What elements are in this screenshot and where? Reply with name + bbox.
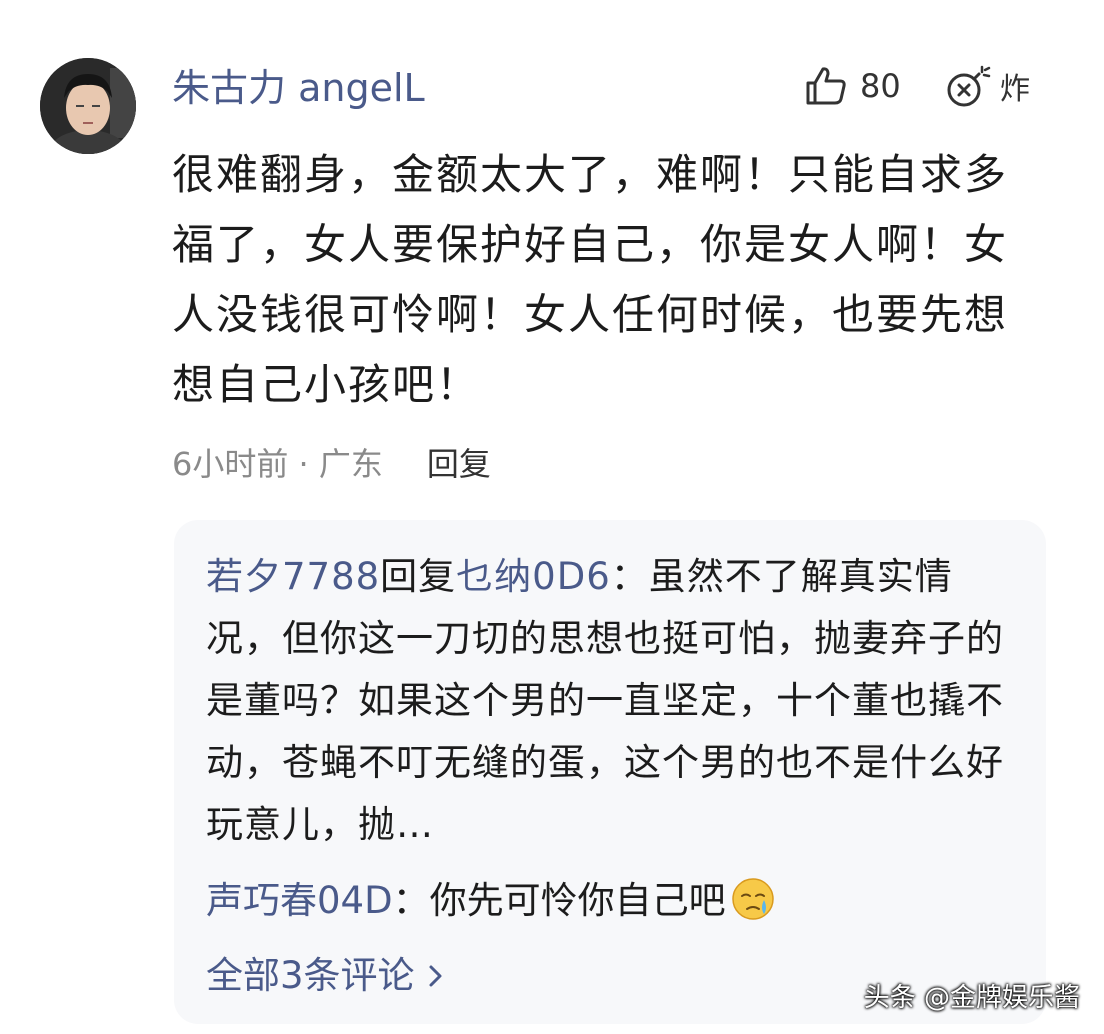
comment-text: 很难翻身，金额太大了，难啊！只能自求多福了，女人要保护好自己，你是女人啊！女人没… xyxy=(172,150,1009,409)
user-avatar[interactable] xyxy=(40,58,136,154)
comment-location: 广东 xyxy=(318,445,383,483)
like-count: 80 xyxy=(860,67,901,105)
reply-item[interactable]: 声巧春04D：你先可怜你自己吧 xyxy=(206,870,1016,932)
reply-colon: ： xyxy=(392,879,430,922)
comment-screen: 朱古力 angelL 80 炸 很难翻身，金额太大了，难啊！只能自求多福了，女人… xyxy=(0,0,1104,1034)
like-button[interactable]: 80 xyxy=(804,60,901,112)
user-avatar-photo xyxy=(40,58,136,154)
meta-separator: · xyxy=(288,445,319,483)
reply-author[interactable]: 若夕7788 xyxy=(206,555,380,598)
replies-panel: 若夕7788回复乜纳0D6：虽然不了解真实情况，但你这一刀切的思想也挺可怕，抛妻… xyxy=(174,520,1046,1024)
bomb-label: 炸 xyxy=(1000,72,1030,107)
thumbs-up-icon xyxy=(806,67,846,105)
view-all-label: 全部3条评论 xyxy=(206,954,415,997)
chevron-right-icon xyxy=(429,965,442,987)
reply-word: 回复 xyxy=(380,555,457,598)
reply-button[interactable]: 回复 xyxy=(427,440,491,488)
bomb-button[interactable]: 炸 xyxy=(944,60,1030,112)
comment-username[interactable]: 朱古力 angelL xyxy=(172,64,425,112)
comment-meta: 6小时前 · 广东 回复 xyxy=(172,440,491,488)
reply-author[interactable]: 声巧春04D xyxy=(206,879,393,922)
comment-time: 6小时前 xyxy=(172,445,289,483)
reply-text: 虽然不了解真实情况，但你这一刀切的思想也挺可怕，抛妻弃子的是董吗？如果这个男的一… xyxy=(206,555,1004,846)
crying-face-emoji xyxy=(731,877,774,920)
reply-item[interactable]: 若夕7788回复乜纳0D6：虽然不了解真实情况，但你这一刀切的思想也挺可怕，抛妻… xyxy=(206,546,1016,856)
view-all-comments-link[interactable]: 全部3条评论 xyxy=(206,948,447,1004)
bomb-icon xyxy=(947,65,991,107)
reply-target-user[interactable]: 乜纳0D6 xyxy=(456,555,611,598)
watermark: 头条 @金牌娱乐酱 xyxy=(863,983,1080,1013)
reply-colon: ： xyxy=(610,555,649,598)
reply-text: 你先可怜你自己吧 xyxy=(429,879,726,922)
